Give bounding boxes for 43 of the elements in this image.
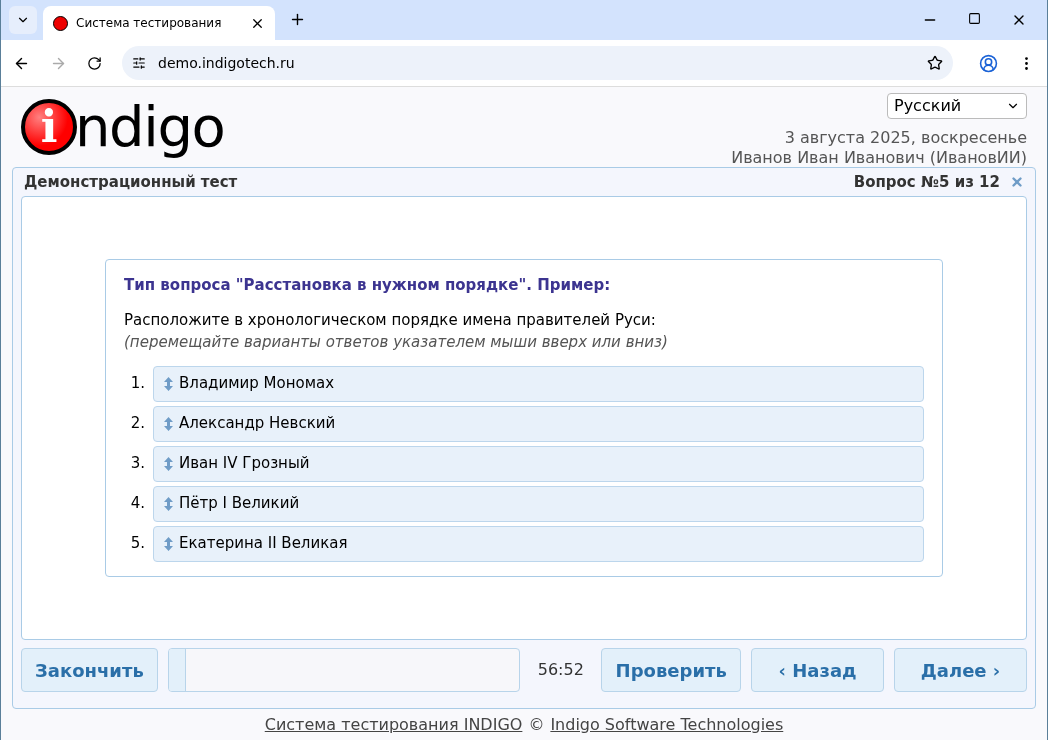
sortable-item[interactable]: Иван IV Грозный — [153, 445, 924, 482]
question-hint: (перемещайте варианты ответов указателем мыши вверх или вниз) — [124, 332, 669, 353]
item-number: 1. — [129, 373, 146, 395]
back-button[interactable]: ‹ Назад — [751, 648, 885, 692]
indigo-logo: i ndigo — [21, 95, 225, 159]
sortable-item[interactable]: Владимир Мономах — [153, 365, 924, 402]
reload-icon[interactable] — [87, 55, 102, 71]
finish-button[interactable]: Закончить — [21, 648, 158, 692]
system-link[interactable]: Система тестирования INDIGO — [264, 712, 523, 737]
sortable-item[interactable]: Екатерина II Великая — [153, 525, 924, 562]
question-counter: Вопрос №5 из 12 — [853, 171, 1000, 193]
question-prompt: Расположите в хронологическом порядке имена правителей Руси: — [124, 309, 657, 331]
address-bar[interactable]: demo.indigotech.ru — [122, 46, 953, 80]
sortable-item[interactable]: Пётр I Великий — [153, 485, 924, 522]
maximize-icon[interactable] — [968, 12, 981, 25]
profile-icon[interactable] — [979, 53, 998, 73]
company-link[interactable]: Indigo Software Technologies — [550, 712, 784, 737]
bookmark-star-icon[interactable] — [927, 55, 943, 71]
drag-handle-icon — [164, 536, 173, 551]
item-number: 2. — [129, 413, 146, 435]
copyright-sign: © — [528, 713, 545, 736]
new-tab-icon[interactable] — [289, 11, 306, 28]
browser-tab[interactable]: Система тестирования — [43, 6, 275, 40]
site-settings-icon[interactable] — [132, 56, 146, 70]
item-number: 3. — [129, 453, 146, 475]
question-type-title: Тип вопроса "Расстановка в нужном порядке". Пример: — [124, 275, 612, 296]
item-number: 4. — [129, 493, 146, 515]
user-name: Иванов Иван Иванович (ИвановИИ) — [731, 148, 1027, 168]
timer: 56:52 — [536, 659, 585, 681]
favicon-icon — [53, 15, 68, 31]
language-select[interactable]: Русский — [887, 93, 1027, 119]
date-text: 3 августа 2025, воскресенье — [784, 128, 1027, 148]
drag-handle-icon — [164, 496, 173, 511]
next-button[interactable]: Далее › — [894, 648, 1027, 692]
drag-handle-icon — [164, 456, 173, 471]
url-text: demo.indigotech.ru — [158, 53, 296, 73]
tab-title: Система тестирования — [76, 15, 223, 32]
drag-handle-icon — [164, 376, 173, 391]
item-number: 5. — [129, 533, 146, 555]
sortable-item[interactable]: Александр Невский — [153, 405, 924, 442]
check-button[interactable]: Проверить — [601, 648, 742, 692]
drag-handle-icon — [164, 416, 173, 431]
test-title: Демонстрационный тест — [24, 171, 238, 193]
